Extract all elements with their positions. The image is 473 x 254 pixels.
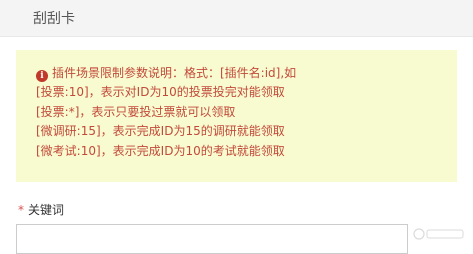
keyword-input[interactable] xyxy=(16,224,408,254)
notice-line: [微考试:10]，表示完成ID为10的考试就能领取 xyxy=(36,143,285,158)
notice-line: [投票:*]，表示只要投过票就可以领取 xyxy=(36,104,236,119)
notice-line: i 插件场景限制参数说明：格式：[插件名:id],如 xyxy=(36,64,457,83)
notice-text: 插件场景限制参数说明：格式：[插件名:id],如 xyxy=(52,66,297,80)
watermark-logo xyxy=(413,228,464,240)
required-mark: * xyxy=(18,203,24,217)
page-title: 刮刮卡 xyxy=(33,11,75,27)
notice-line: [投票:10]，表示对ID为10的投票投完对能领取 xyxy=(36,85,285,100)
keyword-label-text: 关键词 xyxy=(28,203,65,217)
page-header: 刮刮卡 xyxy=(0,0,473,37)
scene-limit-notice: i 插件场景限制参数说明：格式：[插件名:id],如 [投票:10]，表示对ID为… xyxy=(16,50,457,182)
info-icon: i xyxy=(36,70,48,82)
notice-line: [微调研:15]，表示完成ID为15的调研就能领取 xyxy=(36,124,285,139)
keyword-label: * 关键词 xyxy=(18,201,64,218)
